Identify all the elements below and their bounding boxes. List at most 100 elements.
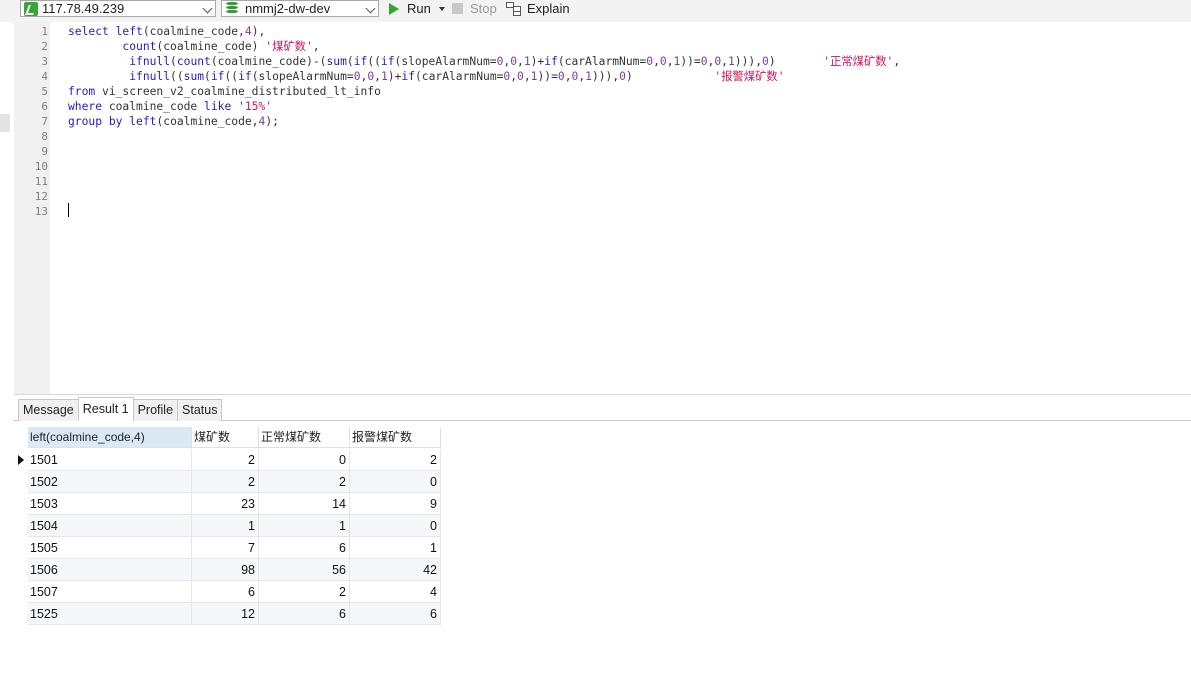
code-line-3: ifnull(count(coalmine_code)-(sum(if((if(… <box>129 55 901 68</box>
table-cell[interactable]: 1507 <box>28 581 192 603</box>
table-cell[interactable]: 42 <box>350 559 441 581</box>
stop-label: Stop <box>470 1 497 16</box>
column-header[interactable]: left(coalmine_code,4) <box>28 427 192 448</box>
code-line-5: from vi_screen_v2_coalmine_distributed_l… <box>68 85 381 98</box>
chevron-down-icon <box>365 3 376 14</box>
table-cell[interactable]: 4 <box>350 581 441 603</box>
row-selector[interactable] <box>14 603 28 625</box>
table-cell[interactable]: 1525 <box>28 603 192 625</box>
table-cell[interactable]: 0 <box>350 471 441 493</box>
table-cell[interactable]: 1 <box>192 515 259 537</box>
table-cell[interactable]: 7 <box>192 537 259 559</box>
table-cell[interactable]: 1503 <box>28 493 192 515</box>
table-row[interactable]: 1505 7 6 1 <box>28 537 441 559</box>
row-selector[interactable] <box>14 515 28 537</box>
row-selector[interactable] <box>14 559 28 581</box>
table-row[interactable]: 1501 2 0 2 <box>28 449 441 471</box>
table-row[interactable]: 1507 6 2 4 <box>28 581 441 603</box>
line-number: 13 <box>34 205 48 218</box>
text-cursor <box>68 203 69 217</box>
connection-label: 117.78.49.239 <box>42 1 125 16</box>
current-row-icon <box>18 455 24 465</box>
table-cell[interactable]: 1502 <box>28 471 192 493</box>
tab-result-1[interactable]: Result 1 <box>77 397 134 421</box>
line-number: 9 <box>41 145 48 158</box>
sql-editor[interactable]: 1 2 3 4 5 6 7 8 9 10 11 12 13 select left(coalmine_c… <box>0 22 1191 394</box>
line-number: 10 <box>34 160 48 173</box>
row-selector[interactable] <box>14 449 28 471</box>
explain-button[interactable]: Explain <box>506 0 570 17</box>
table-cell[interactable]: 2 <box>350 449 441 471</box>
explain-label: Explain <box>527 1 570 16</box>
connection-icon <box>24 2 38 16</box>
table-row[interactable]: 1504 1 1 0 <box>28 515 441 537</box>
table-cell[interactable]: 2 <box>192 471 259 493</box>
tab-status[interactable]: Status <box>177 399 223 421</box>
table-cell[interactable]: 1505 <box>28 537 192 559</box>
table-cell[interactable]: 1506 <box>28 559 192 581</box>
grid-header: left(coalmine_code,4) 煤矿数 正常煤矿数 报警煤矿数 <box>28 427 441 448</box>
play-icon <box>389 2 399 15</box>
left-strip <box>0 394 14 698</box>
tab-message[interactable]: Message <box>18 399 79 421</box>
table-cell[interactable]: 0 <box>259 449 350 471</box>
code-line-2: count(coalmine_code) '煤矿数', <box>122 40 320 53</box>
run-dropdown-icon[interactable] <box>438 6 445 11</box>
row-selector[interactable] <box>14 493 28 515</box>
database-label: nmmj2-dw-dev <box>245 1 331 16</box>
code-line-1: select left(coalmine_code,4), <box>68 25 266 38</box>
table-row[interactable]: 1525 12 6 6 <box>28 603 441 625</box>
line-number: 1 <box>41 25 48 38</box>
table-cell[interactable]: 2 <box>259 471 350 493</box>
code-line-6: where coalmine_code like '15%' <box>68 100 273 113</box>
splitter-handle[interactable] <box>0 114 10 132</box>
connection-select[interactable]: 117.78.49.239 <box>20 0 216 17</box>
table-cell[interactable]: 0 <box>350 515 441 537</box>
row-selector[interactable] <box>14 537 28 559</box>
tab-profile[interactable]: Profile <box>132 399 179 421</box>
line-number: 6 <box>41 100 48 113</box>
result-tabs: Message Result 1 Profile Status <box>18 397 223 421</box>
database-select[interactable]: nmmj2-dw-dev <box>221 0 379 17</box>
table-row[interactable]: 1502 2 2 0 <box>28 471 441 493</box>
column-header[interactable]: 正常煤矿数 <box>259 427 350 448</box>
table-cell[interactable]: 6 <box>192 581 259 603</box>
table-row[interactable]: 1503 23 14 9 <box>28 493 441 515</box>
run-button[interactable]: Run <box>389 0 445 17</box>
line-number: 5 <box>41 85 48 98</box>
table-cell[interactable]: 6 <box>259 603 350 625</box>
table-cell[interactable]: 23 <box>192 493 259 515</box>
run-label: Run <box>407 1 431 16</box>
line-number: 4 <box>41 70 48 83</box>
database-icon <box>226 2 238 16</box>
result-pane: Message Result 1 Profile Status left(coalmi… <box>14 394 1191 699</box>
table-cell[interactable]: 1504 <box>28 515 192 537</box>
table-cell[interactable]: 1501 <box>28 449 192 471</box>
table-cell[interactable]: 9 <box>350 493 441 515</box>
table-cell[interactable]: 2 <box>192 449 259 471</box>
row-selector[interactable] <box>14 471 28 493</box>
stop-icon <box>452 3 463 14</box>
stop-button[interactable]: Stop <box>452 0 497 17</box>
table-cell[interactable]: 6 <box>350 603 441 625</box>
line-number: 8 <box>41 130 48 143</box>
code-line-7: group by left(coalmine_code,4); <box>68 115 279 128</box>
table-cell[interactable]: 56 <box>259 559 350 581</box>
column-header[interactable]: 煤矿数 <box>192 427 259 448</box>
line-number: 11 <box>34 175 48 188</box>
chevron-down-icon <box>202 3 213 14</box>
table-cell[interactable]: 98 <box>192 559 259 581</box>
column-header[interactable]: 报警煤矿数 <box>350 427 441 448</box>
table-row[interactable]: 1506 98 56 42 <box>28 559 441 581</box>
row-selector[interactable] <box>14 581 28 603</box>
table-cell[interactable]: 1 <box>350 537 441 559</box>
table-cell[interactable]: 14 <box>259 493 350 515</box>
table-cell[interactable]: 2 <box>259 581 350 603</box>
line-number: 3 <box>41 55 48 68</box>
table-cell[interactable]: 1 <box>259 515 350 537</box>
line-number: 2 <box>41 40 48 53</box>
explain-icon <box>506 2 521 16</box>
line-number: 12 <box>34 190 48 203</box>
table-cell[interactable]: 12 <box>192 603 259 625</box>
table-cell[interactable]: 6 <box>259 537 350 559</box>
